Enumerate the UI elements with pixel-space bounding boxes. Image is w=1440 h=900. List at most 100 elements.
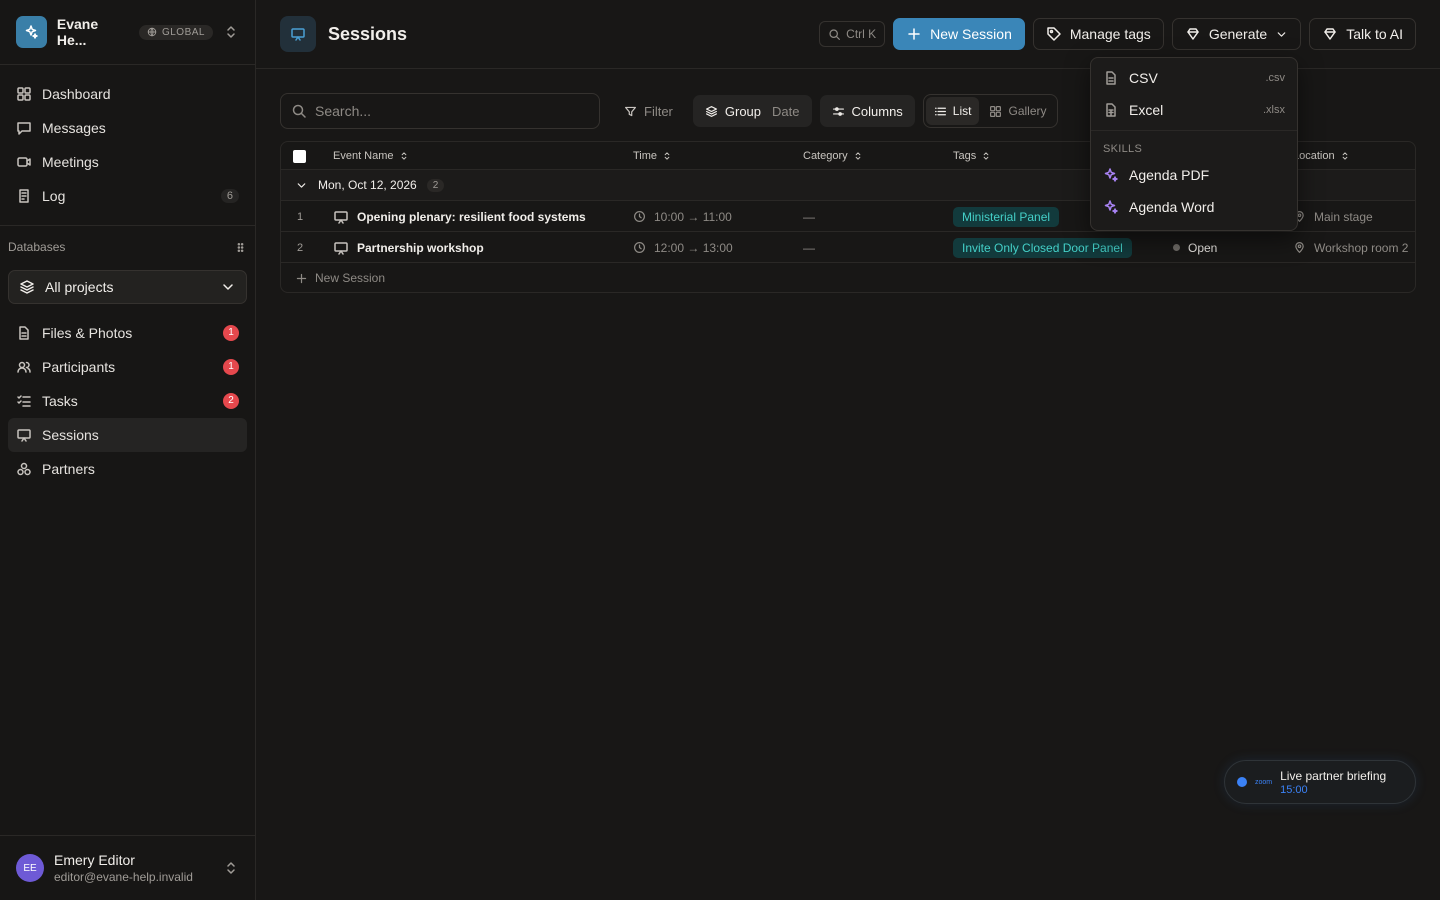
sidebar-item-tasks[interactable]: Tasks 2 <box>8 384 247 418</box>
talk-to-ai-button[interactable]: Talk to AI <box>1309 18 1416 50</box>
gallery-view-button[interactable]: Gallery <box>981 97 1054 125</box>
column-label: Tags <box>953 150 977 162</box>
column-label: Category <box>803 150 848 162</box>
sidebar-item-label: Tasks <box>42 393 78 409</box>
workspace-badge-label: GLOBAL <box>161 26 205 38</box>
search-icon <box>292 104 306 118</box>
nav-item-meetings[interactable]: Meetings <box>8 145 247 179</box>
new-session-row[interactable]: New Session <box>281 263 1415 292</box>
project-select-value: All projects <box>45 279 114 295</box>
layers-icon <box>705 105 717 117</box>
dashboard-icon <box>17 87 31 101</box>
event-name[interactable]: Partnership workshop <box>357 241 484 255</box>
column-header-location[interactable]: Location <box>1293 142 1350 170</box>
generate-button[interactable]: Generate <box>1171 18 1302 50</box>
sparkle-icon <box>1104 168 1118 182</box>
workspace-logo-icon <box>16 16 47 48</box>
export-csv-item[interactable]: CSV .csv <box>1095 62 1293 94</box>
event-status[interactable]: Open <box>1188 241 1217 255</box>
skills-section-label: SKILLS <box>1103 143 1143 155</box>
command-search-button[interactable]: Ctrl K <box>819 21 886 47</box>
agenda-word-item[interactable]: Agenda Word <box>1095 191 1293 223</box>
manage-tags-button[interactable]: Manage tags <box>1032 18 1164 50</box>
nav-label: Log <box>42 188 66 204</box>
file-extension: .xlsx <box>1263 104 1285 116</box>
table-row[interactable]: 2 Partnership workshop 12:00 → 13:00 — I… <box>281 232 1415 263</box>
chevron-updown-icon[interactable] <box>223 24 239 40</box>
filter-button[interactable]: Filter <box>612 95 685 127</box>
nav-label: Messages <box>42 120 106 136</box>
list-view-button[interactable]: List <box>925 97 980 125</box>
filter-icon <box>625 106 636 116</box>
column-label: Location <box>1293 150 1335 162</box>
group-label: Group <box>724 103 762 119</box>
user-menu[interactable]: EE Emery Editor editor@evane-help.invali… <box>0 835 255 900</box>
databases-nav: Files & Photos 1 Participants 1 Tasks 2 … <box>0 314 255 498</box>
databases-header: Databases <box>0 226 255 262</box>
column-header-tags[interactable]: Tags <box>953 142 991 170</box>
columns-button[interactable]: Columns <box>819 95 915 127</box>
gallery-label: Gallery <box>1008 104 1047 118</box>
chevron-updown-icon <box>227 862 235 874</box>
chevron-down-icon <box>223 284 233 290</box>
meeting-title: Live partner briefing <box>1280 768 1387 783</box>
checkbox[interactable] <box>293 149 306 163</box>
spreadsheet-icon <box>1106 103 1116 117</box>
sort-icon <box>664 152 670 160</box>
tag-chip[interactable]: Invite Only Closed Door Panel <box>953 237 1132 258</box>
generate-label: Generate <box>1208 26 1268 42</box>
log-icon <box>19 189 29 203</box>
sidebar-item-label: Sessions <box>42 427 99 443</box>
message-icon <box>17 122 31 135</box>
talk-to-ai-label: Talk to AI <box>1346 26 1403 42</box>
tag-icon <box>1047 27 1061 41</box>
page-title: Sessions <box>328 23 408 44</box>
event-time: 10:00 → 11:00 <box>654 209 732 224</box>
sort-icon <box>401 152 406 160</box>
column-header-event-name[interactable]: Event Name <box>333 142 409 170</box>
notification-badge: 1 <box>223 325 239 341</box>
live-meeting-widget[interactable]: zoom Live partner briefing 15:00 <box>1224 760 1416 804</box>
group-button[interactable]: Group Date <box>692 95 812 127</box>
event-name[interactable]: Opening plenary: resilient food systems <box>357 210 586 224</box>
shortcut-label: Ctrl K <box>846 27 877 41</box>
sidebar-item-label: Partners <box>42 461 95 477</box>
sidebar-item-participants[interactable]: Participants 1 <box>8 350 247 384</box>
sidebar-item-sessions[interactable]: Sessions <box>8 418 247 452</box>
presentation-icon <box>280 16 316 52</box>
group-label: Mon, Oct 12, 2026 <box>318 178 417 192</box>
tag-chip[interactable]: Ministerial Panel <box>953 206 1060 227</box>
column-label: Time <box>633 150 658 162</box>
sidebar: Evane He... GLOBAL Dashboard Messages Me… <box>0 0 256 900</box>
project-select[interactable]: All projects <box>8 270 247 304</box>
chevron-down-icon <box>1277 31 1286 37</box>
tasks-icon <box>17 395 31 407</box>
workspace-header[interactable]: Evane He... GLOBAL <box>0 0 255 65</box>
file-icon <box>19 326 29 340</box>
sidebar-item-partners[interactable]: Partners <box>8 452 247 486</box>
sidebar-item-label: Files & Photos <box>42 325 133 341</box>
nav-item-dashboard[interactable]: Dashboard <box>8 77 247 111</box>
drag-handle-icon[interactable] <box>234 241 247 254</box>
nav-item-log[interactable]: Log 6 <box>8 179 247 213</box>
export-excel-item[interactable]: Excel .xlsx <box>1095 94 1293 126</box>
select-all-checkbox[interactable] <box>293 142 306 170</box>
new-session-button[interactable]: New Session <box>893 18 1025 50</box>
header-actions: Ctrl K New Session Manage tags Generate … <box>819 18 1416 50</box>
presentation-icon <box>334 241 348 255</box>
user-email: editor@evane-help.invalid <box>54 870 193 884</box>
menu-item-label: Agenda Word <box>1129 199 1215 215</box>
group-value: Date <box>772 103 800 119</box>
nav-item-messages[interactable]: Messages <box>8 111 247 145</box>
search-input[interactable]: Search... <box>280 93 600 129</box>
nav-label: Meetings <box>42 154 99 170</box>
sort-icon <box>855 152 860 160</box>
sort-icon <box>1342 152 1347 160</box>
column-header-category[interactable]: Category <box>803 142 863 170</box>
sidebar-item-files-photos[interactable]: Files & Photos 1 <box>8 316 247 350</box>
agenda-pdf-item[interactable]: Agenda PDF <box>1095 159 1293 191</box>
user-name: Emery Editor <box>54 852 135 868</box>
plus-icon <box>296 273 307 283</box>
column-header-time[interactable]: Time <box>633 142 672 170</box>
chevron-down-icon <box>297 182 306 188</box>
